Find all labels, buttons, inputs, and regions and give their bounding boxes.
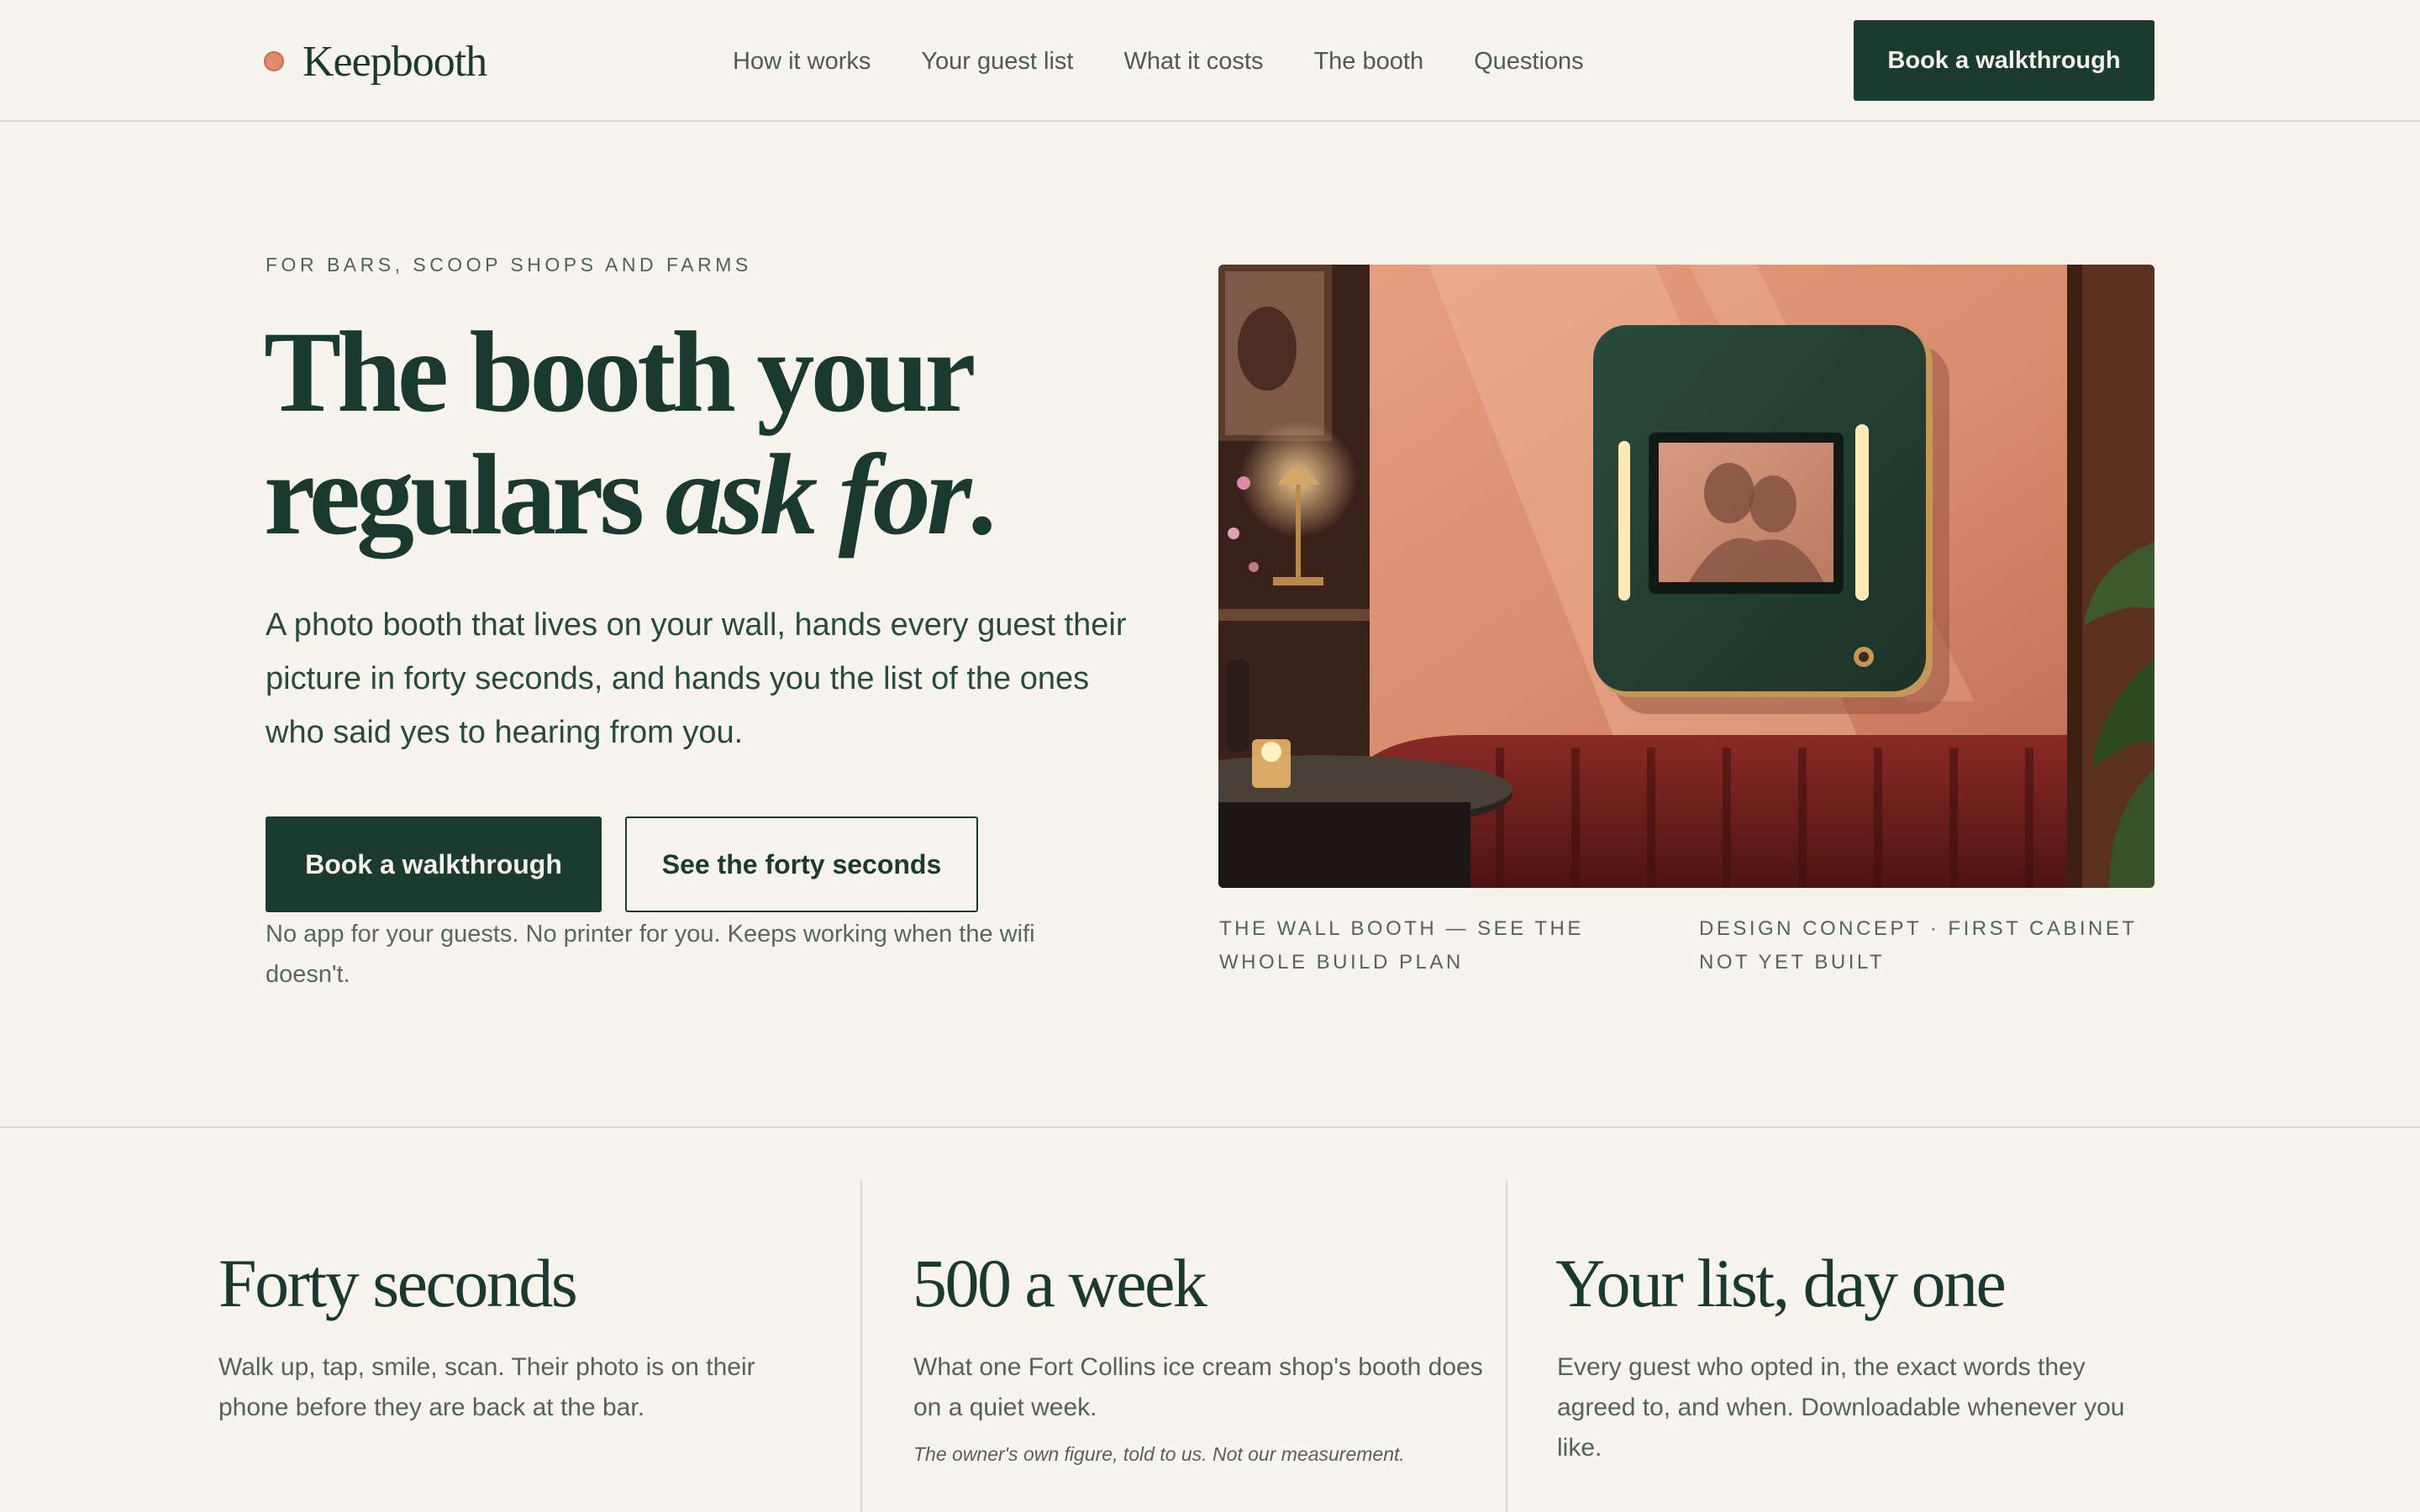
stat-body-500-a-week: What one Fort Collins ice cream shop's b…: [913, 1353, 1483, 1421]
stats-divider-1: [860, 1179, 862, 1512]
nav-book-walkthrough-button[interactable]: Book a walkthrough: [1854, 20, 2154, 101]
stat-title-your-list: Your list, day one: [1555, 1245, 2007, 1321]
headline-period: .: [967, 430, 996, 559]
brand-logo[interactable]: Keepbooth: [264, 34, 487, 89]
headline-line-1: The booth your: [264, 307, 976, 436]
image-caption-design-concept: DESIGN CONCEPT · FIRST CABINET NOT YET B…: [1699, 917, 2138, 974]
stat-title-forty-seconds: Forty seconds: [218, 1245, 578, 1321]
brand-name: Keepbooth: [302, 37, 487, 86]
image-caption-build-plan[interactable]: THE WALL BOOTH — SEE THE WHOLE BUILD PLA…: [1219, 912, 1673, 979]
stat-title-500-a-week: 500 a week: [913, 1245, 1207, 1321]
nav-links: How it works Your guest list What it cos…: [733, 40, 1634, 82]
hero-book-walkthrough-button[interactable]: Book a walkthrough: [266, 816, 602, 912]
stats-top-border: [0, 1126, 2420, 1128]
stat-body-your-list: Every guest who opted in, the exact word…: [1557, 1353, 2125, 1462]
hero-headline: The booth your regulars ask for.: [264, 311, 1230, 556]
hero-note: No app for your guests. No printer for y…: [266, 921, 1035, 988]
brand-dot-icon: [264, 51, 284, 71]
headline-italic: ask for: [665, 430, 972, 559]
nav-link-questions[interactable]: Questions: [1474, 48, 1584, 76]
hero-booth-image: [1218, 265, 2154, 888]
stat-body-forty-seconds: Walk up, tap, smile, scan. Their photo i…: [218, 1353, 755, 1421]
see-forty-seconds-button[interactable]: See the forty seconds: [625, 816, 978, 912]
stat-footnote-500-a-week: The owner's own figure, told to us. Not …: [913, 1443, 1405, 1465]
nav-link-how-it-works[interactable]: How it works: [733, 48, 871, 76]
nav-link-what-it-costs[interactable]: What it costs: [1123, 48, 1263, 76]
hero-lede: A photo booth that lives on your wall, h…: [266, 607, 1127, 750]
headline-line-2: regulars: [264, 430, 666, 559]
top-nav: Keepbooth How it works Your guest list W…: [0, 0, 2420, 122]
nav-link-the-booth[interactable]: The booth: [1313, 48, 1423, 76]
hero-eyebrow: FOR BARS, SCOOP SHOPS AND FARMS: [266, 254, 752, 276]
nav-link-guest-list[interactable]: Your guest list: [921, 48, 1073, 76]
